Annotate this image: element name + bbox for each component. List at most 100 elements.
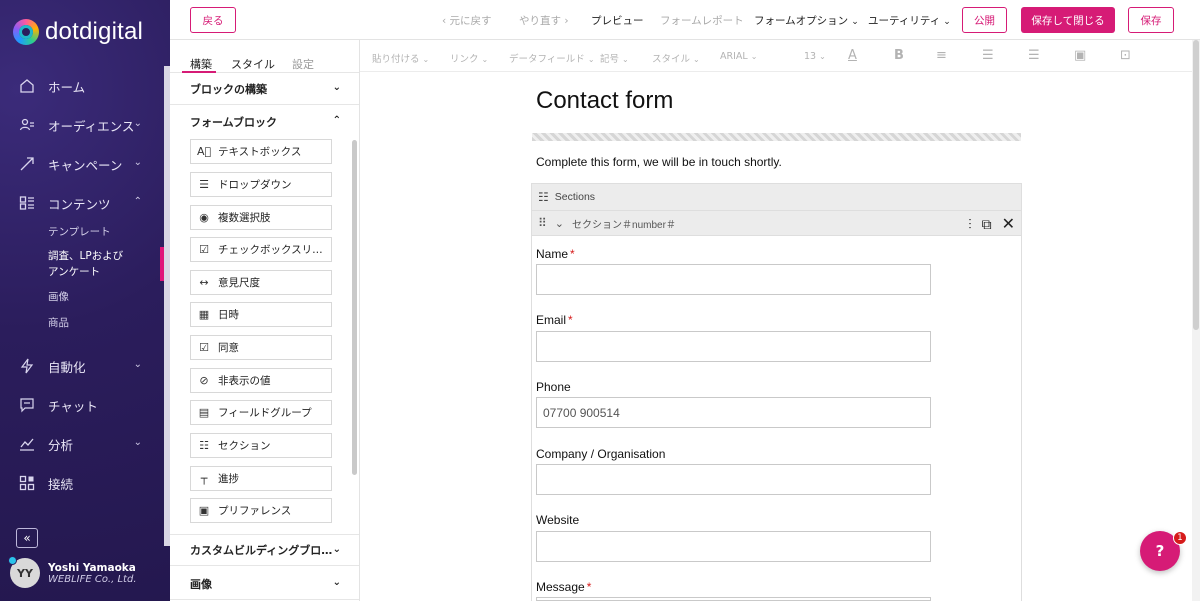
company-input[interactable] [536,464,931,495]
chevron-down-icon: ⌄ [943,17,951,27]
nav-label: 分析 [48,437,74,453]
undo-button[interactable]: ‹ 元に戻す [442,13,492,28]
font-size-menu[interactable]: 13 ⌄ [804,51,826,62]
form-options-menu[interactable]: フォームオプション ⌄ [754,13,859,28]
source-code-icon[interactable]: ⊡ [1120,48,1131,63]
nav-item-campaign[interactable]: キャンペーン ⌄ [0,150,160,178]
tab-settings[interactable]: 設定 [292,56,314,72]
chevron-down-icon: ⌄ [133,359,142,370]
block-datetime[interactable]: ▦ 日時 [190,302,332,327]
tab-build[interactable]: 構築 [190,56,212,72]
nav-sub-products[interactable]: 商品 [48,316,69,331]
chevron-down-icon: ⌄ [819,52,826,61]
block-progress[interactable]: ┬ 進捗 [190,466,332,491]
redo-button[interactable]: やり直す › [519,13,569,28]
sections-header[interactable]: ☷ Sections [531,183,1022,211]
form-options-label: フォームオプション [754,15,849,27]
website-input[interactable] [536,531,931,562]
nav-item-automation[interactable]: 自動化 ⌄ [0,352,160,380]
canvas-scrollbar[interactable] [1192,40,1200,601]
block-label: 同意 [218,342,239,354]
phone-input[interactable]: 07700 900514 [536,397,931,428]
field-label-message: Message * [536,580,591,594]
block-hidden-value[interactable]: ⊘ 非表示の値 [190,368,332,393]
chevron-down-icon: ⌄ [332,82,341,93]
save-close-button[interactable]: 保存して閉じる [1021,7,1115,33]
data-field-menu[interactable]: データフィールド ⌄ [509,51,595,65]
nav-item-content[interactable]: コンテンツ ⌃ [0,189,160,217]
link-label: リンク [450,54,479,65]
block-label: 進捗 [218,473,239,485]
nav-item-home[interactable]: ホーム [0,72,160,100]
block-consent[interactable]: ☑ 同意 [190,335,332,360]
block-build-section[interactable]: ブロックの構築 ⌄ [170,73,359,105]
bullet-list-icon[interactable]: ☰ [1028,48,1040,63]
form-report-button[interactable]: フォームレポート [660,13,744,28]
block-multiple-choice[interactable]: ◉ 複数選択肢 [190,205,332,230]
user-profile[interactable]: YY Yoshi Yamaoka WEBLIFE Co., Ltd. [8,556,137,588]
block-textbox[interactable]: A⃞ テキストボックス [190,139,332,164]
message-input[interactable] [536,597,931,601]
tab-style[interactable]: スタイル [231,56,275,72]
nav-sub-images[interactable]: 画像 [48,290,69,305]
section-icon: ☷ [199,439,209,452]
block-preference[interactable]: ▣ プリファレンス [190,498,332,523]
drag-handle-icon[interactable]: ⠿ [538,216,547,230]
nav-sub-surveys-line2[interactable]: アンケート [48,265,100,280]
hidden-icon: ⊘ [199,374,209,387]
text-color-icon[interactable]: A [848,48,857,63]
bold-icon[interactable]: B [894,48,904,63]
close-icon[interactable]: ✕ [1002,214,1015,234]
required-marker: * [570,247,575,261]
numbered-list-icon[interactable]: ☰ [982,48,994,63]
section-toolbar[interactable]: ⠿ ⌄ セクション＃number＃ ⫶ ⧉ ✕ [531,211,1022,236]
nav-sub-templates[interactable]: テンプレート [48,225,111,240]
style-menu[interactable]: スタイル ⌄ [652,51,700,65]
required-marker: * [568,313,573,327]
back-button[interactable]: 戻る [190,7,236,33]
email-input[interactable] [536,331,931,362]
form-title[interactable]: Contact form [536,87,673,115]
block-label: ドロップダウン [218,179,292,191]
nav-item-audience[interactable]: オーディエンス ⌄ [0,111,160,139]
chevron-down-icon[interactable]: ⌄ [555,217,564,230]
save-button[interactable]: 保存 [1128,7,1174,33]
block-field-group[interactable]: ▤ フィールドグループ [190,400,332,425]
collapse-nav-button[interactable]: « [16,528,38,548]
preview-button[interactable]: プレビュー [591,13,644,28]
form-intro-text[interactable]: Complete this form, we will be in touch … [536,155,782,169]
nav-item-connect[interactable]: 接続 [0,469,160,497]
nav-item-analytics[interactable]: 分析 ⌄ [0,430,160,458]
images-section[interactable]: 画像 ⌄ [170,568,359,600]
textbox-icon: A⃞ [197,145,212,158]
font-menu[interactable]: ARIAL ⌄ [720,51,757,62]
radio-icon: ◉ [199,211,209,224]
image-insert-icon[interactable]: ▣ [1074,48,1086,63]
label-text: Message [536,580,585,594]
nav-item-chat[interactable]: チャット [0,391,160,419]
block-section[interactable]: ☷ セクション [190,433,332,458]
block-dropdown[interactable]: ☰ ドロップダウン [190,172,332,197]
paste-menu[interactable]: 貼り付ける ⌄ [372,51,429,65]
scrollbar-thumb[interactable] [1193,40,1199,330]
nav-label: 自動化 [48,359,86,375]
publish-button[interactable]: 公開 [962,7,1007,33]
duplicate-icon[interactable]: ⧉ [982,216,992,233]
block-opinion-scale[interactable]: ↔ 意見尺度 [190,270,332,295]
align-icon[interactable]: ≡ [936,48,947,63]
nav-sub-surveys[interactable]: 調査、LPおよび [48,249,123,264]
field-label-company: Company / Organisation [536,447,665,461]
form-blocks-section[interactable]: フォームブロック ⌃ [170,106,359,138]
symbol-menu[interactable]: 記号 ⌄ [600,51,629,65]
panel-scrollbar[interactable] [352,140,357,475]
section-title: 画像 [190,577,212,591]
symbol-label: 記号 [600,54,620,65]
settings-sliders-icon[interactable]: ⫶ [968,216,972,233]
custom-blocks-section[interactable]: カスタムビルディングブロ… ⌄ [170,534,359,566]
utility-menu[interactable]: ユーティリティ ⌄ [868,13,951,28]
name-input[interactable] [536,264,931,295]
brand[interactable]: dotdigital [13,18,143,46]
block-checkbox-list[interactable]: ☑ チェックボックスリ… [190,237,332,262]
link-menu[interactable]: リンク ⌄ [450,51,488,65]
calendar-icon: ▦ [198,308,210,321]
